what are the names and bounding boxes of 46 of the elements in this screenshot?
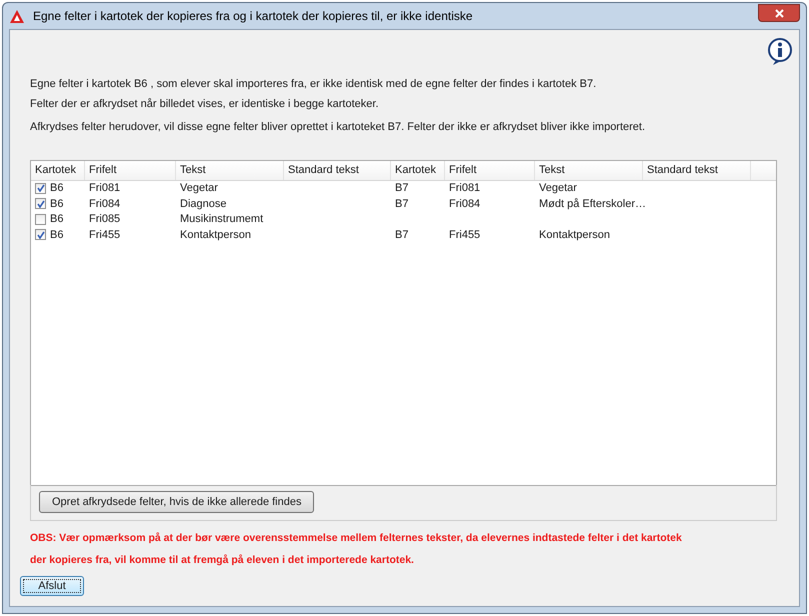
table-cell-text: B6 — [50, 212, 64, 227]
table-cell-text: Vegetar — [539, 181, 577, 196]
table-cell-text: B6 — [50, 196, 64, 212]
table-cell-text: Mødt på Efterskoler… — [539, 196, 646, 212]
close-button[interactable] — [758, 4, 800, 22]
intro-text: Egne felter i kartotek B6 , som elever skal importeres fra, er ikke identisk med de egne felter der findes i kartotek B7. — [30, 77, 598, 92]
table-cell-text: Fri455 — [449, 228, 480, 242]
column-header[interactable]: Kartotek — [31, 160, 85, 180]
checkmark-icon — [36, 230, 44, 239]
table-cell-text: Fri455 — [89, 228, 120, 242]
info-icon[interactable] — [767, 38, 793, 66]
row-checkbox[interactable] — [35, 198, 46, 210]
warning-text: der kopieres fra, vil komme til at fremgå på eleven i det importerede kartotek. — [30, 553, 415, 568]
table-cell-text: Musikinstrumemt — [180, 212, 264, 227]
table-cell-text: B7 — [395, 181, 408, 196]
intro-text: Felter der er afkrydset når billedet vises, er identiske i begge kartoteker. — [30, 96, 380, 112]
table-cell-text: Fri084 — [89, 196, 120, 212]
app-logo-icon — [9, 8, 25, 24]
table-cell-text: B6 — [50, 228, 64, 242]
table-cell-text: Kontaktperson — [180, 228, 251, 242]
column-header[interactable]: Tekst — [176, 160, 284, 180]
column-header[interactable]: Frifelt — [85, 160, 176, 180]
column-header[interactable]: Standard tekst — [284, 160, 391, 180]
column-header[interactable]: Standard tekst — [643, 160, 751, 180]
row-checkbox[interactable] — [35, 182, 46, 194]
table-cell-text: Fri084 — [449, 196, 480, 212]
table-cell-text: Fri085 — [89, 212, 120, 227]
table-cell-text: Fri081 — [449, 181, 480, 196]
table-cell-text: B7 — [395, 228, 408, 242]
row-checkbox[interactable] — [35, 229, 46, 240]
warning-text: OBS: Vær opmærksom på at der bør være overensstemmelse mellem felternes tekster, da elevernes indtastede felter i det kartotek — [30, 530, 683, 546]
close-icon — [774, 8, 784, 18]
table-cell-text: Diagnose — [180, 196, 226, 212]
close-dialog-button[interactable]: Afslut — [20, 576, 84, 596]
column-header[interactable]: Frifelt — [445, 160, 535, 180]
table-cell-text: Vegetar — [180, 181, 218, 196]
window-title: Egne felter i kartotek der kopieres fra og i kartotek der kopieres til, er ikke identiske — [33, 8, 473, 25]
table-cell-text: B7 — [395, 196, 408, 212]
table-cell-text: Fri081 — [89, 181, 120, 196]
intro-text: Afkrydses felter herudover, vil disse egne felter bliver oprettet i kartoteket B7. Felter der ikke er afkrydset bliver ikke importeret. — [30, 120, 646, 135]
row-checkbox[interactable] — [35, 214, 46, 225]
table-cell-text: Kontaktperson — [539, 228, 610, 242]
column-header[interactable]: Tekst — [535, 160, 643, 180]
create-fields-button[interactable]: Opret afkrydsede felter, hvis de ikke allerede findes — [39, 491, 314, 513]
column-header[interactable]: Kartotek — [391, 160, 445, 180]
table-cell-text: B6 — [50, 181, 64, 196]
